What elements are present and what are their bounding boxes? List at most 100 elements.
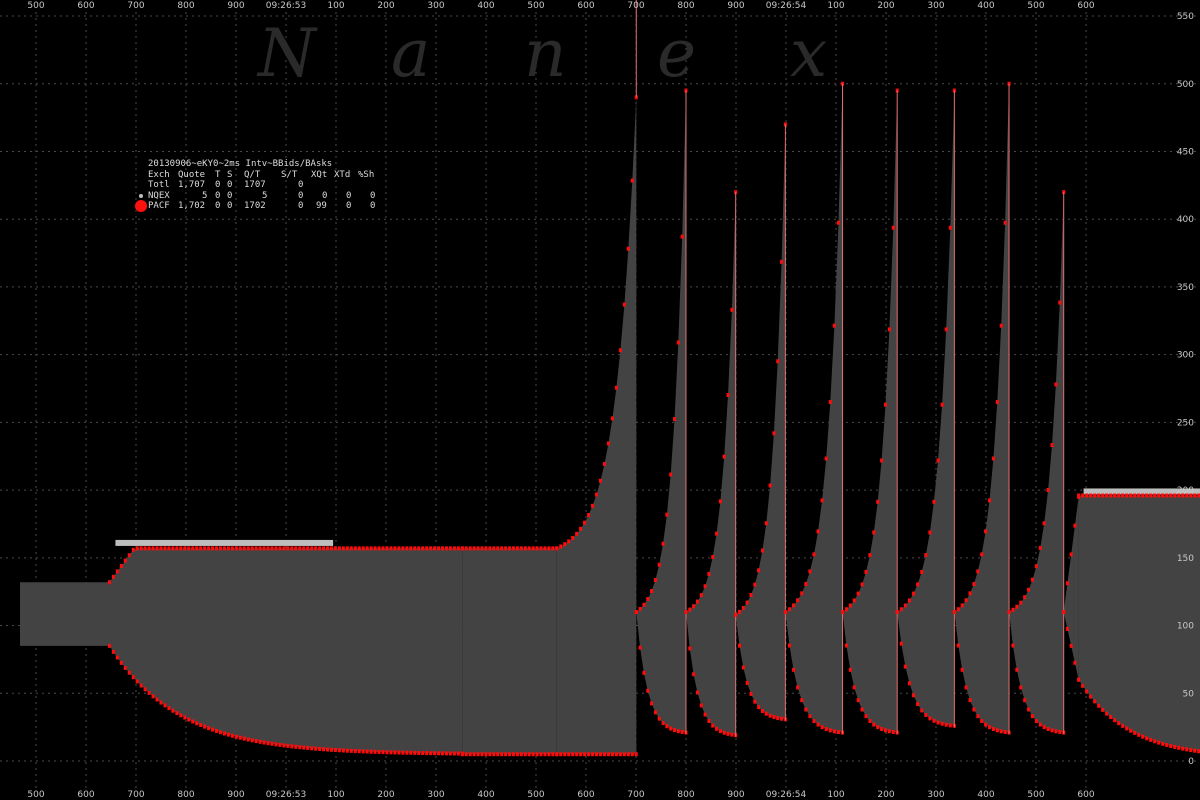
ask-quote-marker (928, 530, 932, 535)
bid-ask-area-segment (636, 90, 686, 733)
bid-quote-marker (543, 752, 547, 757)
ask-quote-marker (836, 220, 840, 225)
ask-quote-marker (535, 546, 539, 551)
x-tick-label: 600 (77, 1, 94, 11)
ask-quote-marker (738, 609, 742, 614)
ask-quote-marker (238, 546, 242, 551)
ask-quote-marker (349, 546, 353, 551)
ask-quote-marker (1077, 493, 1081, 498)
bid-quote-marker (932, 718, 936, 723)
ask-quote-marker (460, 546, 464, 551)
x-tick-label: 900 (227, 790, 244, 800)
stats-row-nqex: NQEX 5 0 0 5 0 0 0 0 (134, 191, 375, 202)
bid-quote-marker (634, 610, 638, 615)
ask-quote-marker (932, 499, 936, 504)
bid-quote-marker (680, 729, 684, 734)
ask-quote-marker (278, 546, 282, 551)
ask-quote-marker (322, 546, 326, 551)
watermark-letter: a (391, 15, 430, 92)
bid-quote-marker (1145, 736, 1149, 741)
bid-quote-marker (111, 649, 115, 654)
ask-quote-marker (1161, 493, 1165, 498)
stats-cell-t: 0 (215, 180, 221, 190)
ask-quote-marker (179, 546, 183, 551)
bid-quote-marker (836, 730, 840, 735)
bid-quote-marker (135, 679, 139, 684)
bid-quote-marker (916, 702, 920, 707)
x-tick-label: 300 (427, 790, 444, 800)
nanex-watermark: Na n e x (256, 15, 827, 92)
bid-quote-marker (1113, 718, 1117, 723)
bid-quote-marker (274, 742, 278, 747)
bid-quote-marker (924, 713, 928, 718)
x-tick-label: 700 (127, 1, 144, 11)
bid-quote-marker (559, 752, 563, 757)
x-tick-label: 700 (627, 1, 644, 11)
ask-quote-marker (692, 604, 696, 609)
bid-quote-marker (155, 697, 159, 702)
ask-quote-marker (1069, 552, 1073, 557)
ask-quote-marker (191, 546, 195, 551)
bid-quote-marker (796, 685, 800, 690)
bid-quote-marker (175, 711, 179, 716)
x-tick-label: 300 (927, 790, 944, 800)
x-tick-label: 200 (877, 790, 894, 800)
ask-quote-marker (916, 582, 920, 587)
bid-quote-marker (1046, 727, 1050, 732)
ask-quote-marker (796, 598, 800, 603)
stats-header-exch: Exch (148, 169, 170, 180)
ask-quote-marker (812, 552, 816, 557)
stats-cell-quote: 1,702 (178, 201, 206, 211)
ask-quote-marker (753, 582, 757, 587)
ask-quote-marker (500, 546, 504, 551)
ask-quote-marker (995, 400, 999, 405)
x-axis-bottom: 500 600 700 800 900 09:26:53 100 200 300 400 500 60… (27, 790, 1094, 800)
ask-quote-marker (638, 606, 642, 611)
ask-quote-marker (1003, 220, 1007, 225)
ask-quote-marker (480, 546, 484, 551)
bid-quote-marker (776, 716, 780, 721)
bid-quote-marker (999, 729, 1003, 734)
bid-quote-marker (1109, 715, 1113, 720)
ask-quote-marker (250, 546, 254, 551)
ask-quote-marker (960, 603, 964, 608)
bid-quote-marker (948, 723, 952, 728)
bid-ask-area-segment (897, 90, 955, 726)
stats-cell-xtd: 0 (346, 201, 352, 211)
bid-quote-marker (718, 729, 722, 734)
ask-quote-marker (310, 546, 314, 551)
bid-quote-marker (230, 733, 234, 738)
x-tick-label: 400 (477, 1, 494, 11)
ask-quote-marker (1085, 493, 1089, 498)
x-tick-label: 600 (577, 790, 594, 800)
bid-quote-marker (215, 728, 219, 733)
x-tick-label: 100 (827, 790, 844, 800)
ask-quote-marker (567, 539, 571, 544)
bid-quote-marker (329, 747, 333, 752)
stats-header-xqt: XQt (311, 169, 328, 180)
ask-quote-marker (207, 546, 211, 551)
bid-quote-marker (290, 744, 294, 749)
ask-quote-marker (972, 582, 976, 587)
stats-cell-exch: PACF (148, 201, 170, 211)
bid-quote-marker (266, 741, 270, 746)
bid-quote-marker (1097, 703, 1101, 708)
ask-quote-marker (421, 546, 425, 551)
bid-quote-marker (1169, 743, 1173, 748)
bid-quote-marker (381, 750, 385, 755)
bid-quote-marker (488, 752, 492, 757)
ask-quote-marker (405, 546, 409, 551)
bid-quote-marker (745, 680, 749, 685)
bid-quote-marker (441, 751, 445, 756)
ask-quote-marker (230, 546, 234, 551)
bid-quote-marker (1065, 626, 1069, 631)
ask-quote-marker (1125, 493, 1129, 498)
bid-quote-marker (768, 713, 772, 718)
ask-quote-marker (329, 546, 333, 551)
ask-quote-marker (695, 599, 699, 604)
ask-quote-marker (804, 582, 808, 587)
stats-cell-quote: 1,707 (178, 180, 206, 190)
bid-quote-marker (642, 670, 646, 675)
bid-quote-marker (618, 752, 622, 757)
stats-cell-sh: 0 (370, 201, 376, 211)
